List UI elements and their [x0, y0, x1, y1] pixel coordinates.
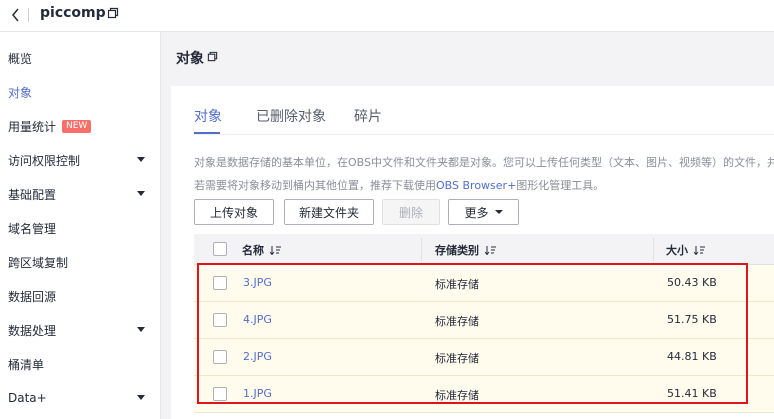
objects-card: 对象 已删除对象 碎片 对象是数据存储的基本单位，在OBS中文件和文件夹都是对象… [171, 86, 774, 419]
sidebar-item-label: 数据回源 [8, 289, 57, 304]
sidebar-item-data-processing[interactable]: 数据处理 [0, 315, 161, 345]
row-checkbox[interactable] [213, 387, 227, 401]
tab-objects[interactable]: 对象 [194, 106, 222, 126]
table-row[interactable]: 3.JPG 标准存储 50.43 KB [194, 265, 774, 302]
chevron-left-icon [12, 8, 19, 22]
back-button[interactable] [4, 4, 28, 26]
description-text: 图形化管理工具。 [516, 179, 605, 192]
sidebar-item-label: 桶清单 [8, 357, 45, 372]
page-title: 对象 [176, 51, 204, 67]
column-header-label: 存储类别 [435, 244, 479, 257]
column-header-storage-class[interactable]: 存储类别 [435, 242, 496, 258]
column-header-label: 名称 [242, 244, 264, 257]
caret-down-icon [137, 191, 145, 196]
storage-class-cell: 标准存储 [435, 352, 479, 365]
sort-icon[interactable] [694, 245, 705, 255]
obs-browser-link[interactable]: OBS Browser+ [436, 179, 516, 192]
sidebar-gutter [161, 32, 171, 419]
table-row[interactable]: 2.JPG 标准存储 44.81 KB [194, 339, 774, 376]
sidebar: 概览 对象 用量统计 NEW 访问权限控制 基础配置 域名管理 跨区域复制 数据回… [0, 32, 161, 419]
sidebar-item-inventory[interactable]: 桶清单 [0, 349, 161, 379]
sidebar-item-label: 域名管理 [8, 221, 57, 236]
sort-icon[interactable] [270, 245, 281, 255]
table-header: 名称 存储类别 大小 [194, 234, 774, 265]
tab-divider [194, 134, 774, 135]
object-name-link[interactable]: 2.JPG [243, 350, 272, 363]
sidebar-item-overview[interactable]: 概览 [0, 43, 161, 73]
copy-icon[interactable] [207, 51, 218, 62]
delete-button: 删除 [382, 199, 440, 225]
sort-icon[interactable] [485, 245, 496, 255]
bucket-name: piccomp [40, 5, 106, 21]
description-line-2: 若需要将对象移动到桶内其他位置，推荐下载使用OBS Browser+图形化管理工… [194, 177, 604, 193]
size-cell: 50.43 KB [667, 276, 717, 289]
caret-down-icon [137, 157, 145, 162]
description-line-1: 对象是数据存储的基本单位，在OBS中文件和文件夹都是对象。您可以上传任何类型（文… [194, 156, 774, 169]
table-row[interactable]: 1.JPG 标准存储 51.41 KB [194, 376, 774, 413]
column-divider [653, 238, 654, 261]
upload-object-label: 上传对象 [209, 205, 258, 220]
more-label: 更多 [464, 205, 489, 220]
sidebar-item-usage-stats[interactable]: 用量统计 NEW [0, 111, 161, 141]
storage-class-cell: 标准存储 [435, 278, 479, 291]
new-badge: NEW [62, 119, 92, 133]
sidebar-item-basic-config[interactable]: 基础配置 [0, 179, 161, 209]
caret-down-icon [137, 327, 145, 332]
page-header: 对象 [171, 32, 774, 82]
description-text: 若需要将对象移动到桶内其他位置，推荐下载使用 [194, 179, 436, 192]
size-cell: 51.41 KB [667, 387, 717, 400]
divider [28, 8, 29, 22]
sidebar-item-label: 基础配置 [8, 187, 57, 202]
chevron-down-icon [494, 210, 503, 214]
storage-class-cell: 标准存储 [435, 315, 479, 328]
sidebar-item-label: 跨区域复制 [8, 255, 69, 270]
object-name-link[interactable]: 3.JPG [243, 276, 272, 289]
sidebar-item-domain-management[interactable]: 域名管理 [0, 213, 161, 243]
sidebar-item-access-control[interactable]: 访问权限控制 [0, 145, 161, 175]
top-bar: piccomp [0, 0, 774, 32]
main-content: 对象 对象 已删除对象 碎片 对象是数据存储的基本单位，在OBS中文件和文件夹都… [171, 32, 774, 419]
column-header-label: 大小 [666, 244, 688, 257]
sidebar-item-objects[interactable]: 对象 [0, 77, 161, 107]
more-dropdown-button[interactable]: 更多 [448, 199, 519, 225]
sidebar-item-cross-region-replication[interactable]: 跨区域复制 [0, 247, 161, 277]
row-checkbox[interactable] [213, 350, 227, 364]
upload-object-button[interactable]: 上传对象 [194, 199, 274, 225]
column-header-name[interactable]: 名称 [242, 242, 281, 258]
copy-icon[interactable] [107, 7, 119, 19]
object-name-link[interactable]: 1.JPG [243, 387, 272, 400]
sidebar-item-label: Data+ [8, 391, 47, 405]
storage-class-cell: 标准存储 [435, 389, 479, 402]
sidebar-item-label: 访问权限控制 [8, 153, 81, 168]
column-divider [421, 238, 422, 261]
size-cell: 44.81 KB [667, 350, 717, 363]
size-cell: 51.75 KB [667, 313, 717, 326]
sidebar-item-label: 数据处理 [8, 323, 57, 338]
delete-label: 删除 [398, 205, 423, 220]
sidebar-item-back-to-source[interactable]: 数据回源 [0, 281, 161, 311]
row-checkbox[interactable] [213, 276, 227, 290]
object-name-link[interactable]: 4.JPG [243, 313, 272, 326]
sidebar-item-label: 概览 [8, 51, 33, 66]
tab-fragments[interactable]: 碎片 [354, 106, 382, 126]
sidebar-item-data-plus[interactable]: Data+ [0, 383, 161, 413]
select-all-checkbox[interactable] [213, 242, 227, 256]
caret-down-icon [137, 395, 145, 400]
sidebar-item-label: 对象 [8, 85, 33, 100]
sidebar-item-label: 用量统计 [8, 119, 57, 134]
table-row[interactable]: 4.JPG 标准存储 51.75 KB [194, 302, 774, 339]
tab-deleted-objects[interactable]: 已删除对象 [256, 106, 326, 126]
new-folder-label: 新建文件夹 [298, 205, 359, 220]
column-header-size[interactable]: 大小 [666, 242, 705, 258]
new-folder-button[interactable]: 新建文件夹 [284, 199, 374, 225]
row-checkbox[interactable] [213, 313, 227, 327]
